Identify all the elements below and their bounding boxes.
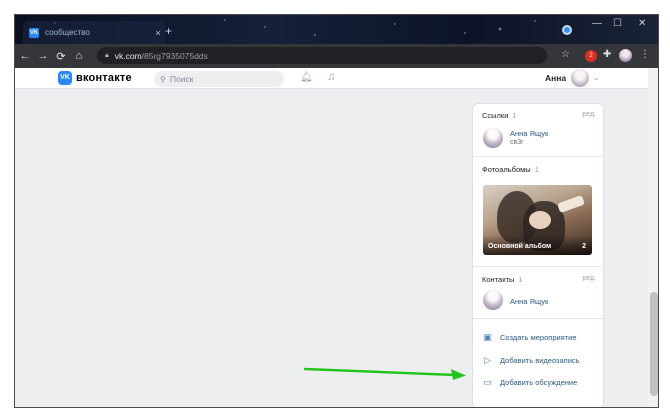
tab-title: сообщество [45, 28, 90, 37]
contacts-section: Контакты 1 ред. Анна Ящук [473, 268, 603, 319]
scrollbar-thumb[interactable] [650, 292, 658, 396]
user-avatar[interactable] [571, 69, 589, 87]
address-bar[interactable]: 🔒︎ vk.com/85rg7935075dds [97, 47, 547, 64]
discussion-icon: ▭ [483, 376, 492, 387]
url-path: /85rg7935075dds [141, 50, 208, 61]
contacts-title: Контакты [482, 275, 515, 284]
albums-section: Фотоальбомы 1 Основной альбом 2 [473, 158, 603, 267]
vk-logo-icon[interactable]: VK [58, 71, 72, 85]
maximize-button[interactable]: ☐ [613, 18, 622, 29]
album-title: Основной альбом [488, 243, 552, 250]
contact-avatar[interactable] [483, 290, 503, 310]
album-photo-count: 2 [582, 243, 586, 250]
contact-name[interactable]: Анна Ящук [510, 297, 548, 306]
links-section: Ссылки 1 ред. Анна Ящук св3г [473, 104, 603, 157]
chevron-down-icon[interactable]: ⌄ [593, 73, 600, 82]
link-description: св3г [510, 139, 524, 146]
links-count: 1 [512, 111, 517, 120]
music-icon[interactable]: ♫ [327, 71, 335, 83]
albums-title: Фотоальбомы [482, 165, 531, 174]
user-name[interactable]: Анна [545, 73, 566, 83]
bookmark-star-icon[interactable]: ☆ [561, 49, 570, 60]
search-input[interactable]: ⚲ Поиск [154, 71, 284, 87]
notifications-bell-icon[interactable]: 🔔︎ [300, 72, 313, 83]
search-placeholder: Поиск [169, 74, 194, 84]
create-event-button[interactable]: ▣ Создать мероприятие [482, 330, 577, 344]
create-event-label: Создать мероприятие [500, 332, 577, 342]
home-button[interactable]: ⌂ [71, 50, 87, 62]
url-host: vk.com [114, 50, 142, 61]
link-avatar[interactable] [483, 128, 503, 148]
contacts-edit-link[interactable]: ред. [582, 275, 596, 282]
links-edit-link[interactable]: ред. [582, 111, 596, 118]
back-button[interactable]: ← [17, 50, 33, 62]
album-thumbnail[interactable]: Основной альбом 2 [483, 185, 592, 255]
extension-badge-icon[interactable]: 2 [585, 50, 597, 62]
tab-bar: VK сообщество × + — ☐ ✕ [15, 15, 658, 44]
contacts-count: 1 [518, 275, 523, 284]
add-discussion-button[interactable]: ▭ Добавить обсуждение [482, 375, 577, 389]
vk-favicon-icon: VK [29, 27, 39, 38]
album-art-face [529, 211, 551, 229]
vk-header: VK вконтакте ⚲ Поиск 🔔︎ ♫ Анна ⌄ [15, 68, 648, 89]
vk-page: VK вконтакте ⚲ Поиск 🔔︎ ♫ Анна ⌄ Ссылки 1… [15, 68, 648, 407]
minimize-button[interactable]: — [592, 18, 602, 29]
browser-tab[interactable]: VK сообщество × [23, 21, 165, 44]
browser-account-avatar[interactable] [619, 49, 632, 62]
add-discussion-label: Добавить обсуждение [500, 377, 578, 387]
browser-menu-icon[interactable]: ⋮ [640, 49, 650, 60]
page-scrollbar[interactable] [648, 68, 658, 407]
link-name[interactable]: Анна Ящук [510, 129, 548, 138]
links-title: Ссылки [482, 111, 509, 120]
calendar-icon: ▣ [483, 331, 492, 342]
new-tab-button[interactable]: + [165, 24, 172, 38]
albums-count: 1 [534, 165, 539, 174]
browser-toolbar: ← → ⟳ ⌂ 🔒︎ vk.com/85rg7935075dds ☆ 2 ✚ ⋮ [15, 44, 658, 68]
search-icon: ⚲ [160, 74, 166, 84]
tab-close-icon[interactable]: × [151, 28, 165, 38]
annotation-arrow-icon [303, 367, 466, 380]
community-sidebar: Ссылки 1 ред. Анна Ящук св3г Фотоальбомы 1… [472, 103, 604, 407]
albums-heading[interactable]: Фотоальбомы 1 [482, 165, 539, 174]
vk-brand-name[interactable]: вконтакте [76, 72, 132, 84]
forward-button[interactable]: → [35, 50, 51, 62]
browser-window: VK сообщество × + — ☐ ✕ ← → ⟳ ⌂ 🔒︎ vk.co… [14, 14, 659, 408]
contacts-heading[interactable]: Контакты 1 [482, 275, 523, 284]
lock-icon: 🔒︎ [105, 51, 109, 59]
add-video-button[interactable]: ▷ Добавить видеозапись [482, 353, 580, 367]
links-heading[interactable]: Ссылки 1 [482, 111, 517, 120]
extensions-puzzle-icon[interactable]: ✚ [603, 49, 611, 60]
reload-button[interactable]: ⟳ [53, 50, 69, 63]
add-video-label: Добавить видеозапись [500, 355, 580, 365]
close-window-button[interactable]: ✕ [638, 18, 646, 29]
browser-profile-icon[interactable] [562, 25, 572, 35]
album-art-speech-bubble [557, 194, 585, 214]
video-icon: ▷ [484, 354, 491, 365]
